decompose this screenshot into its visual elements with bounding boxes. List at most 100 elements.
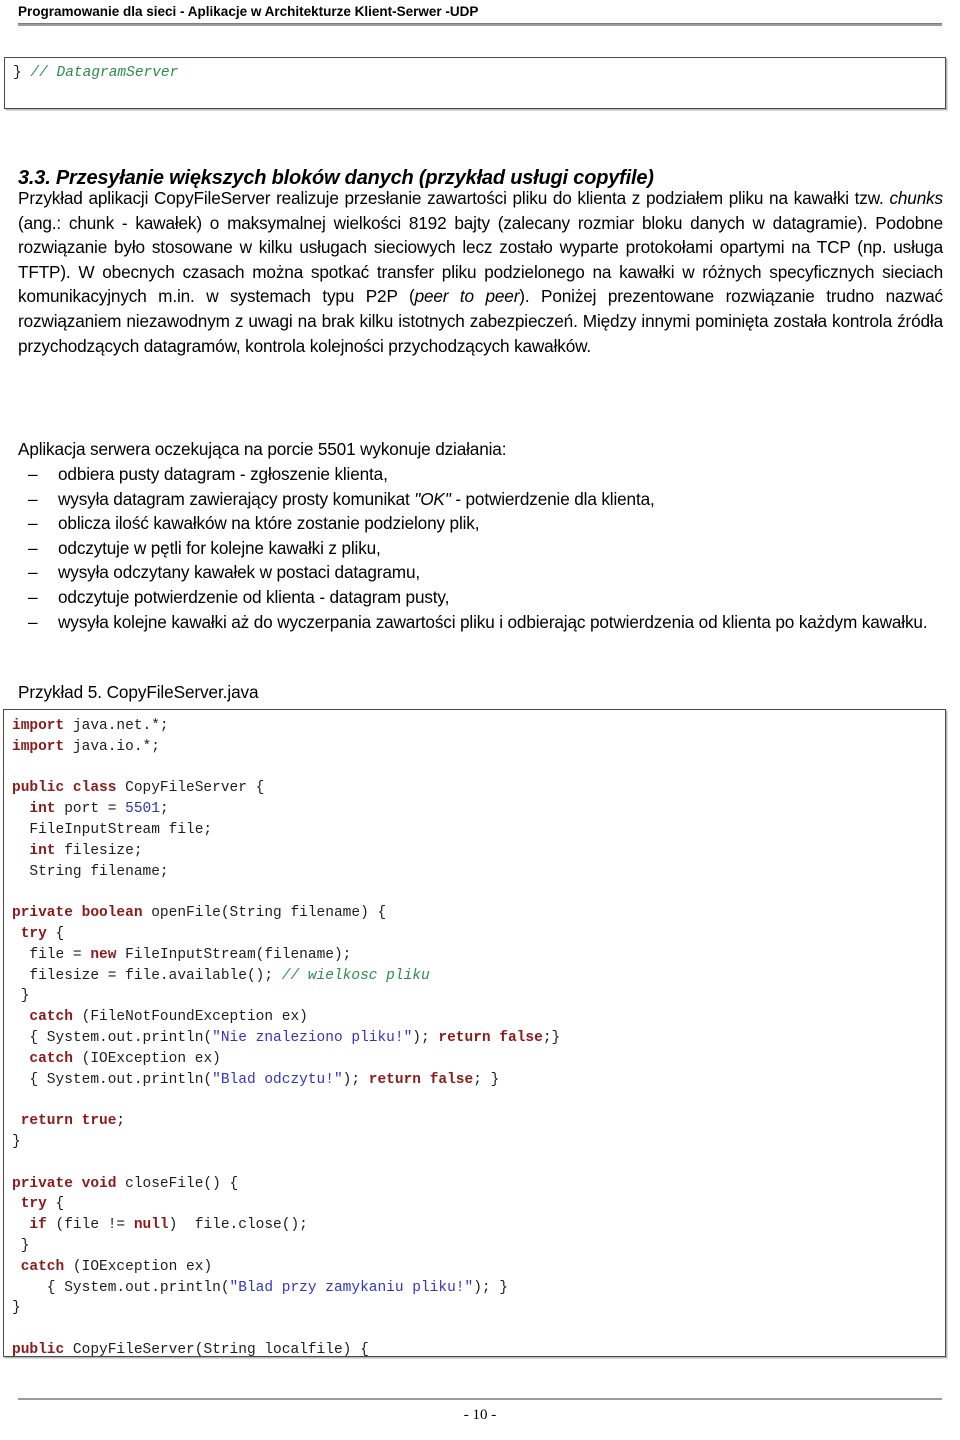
emphasis: "OK" xyxy=(414,488,451,509)
code-token: FileInputStream(filename); xyxy=(116,946,352,963)
list-item-label: wysyła odczytany kawałek w postaci datag… xyxy=(58,562,420,583)
list-item: – odczytuje w pętli for kolejne kawałki z… xyxy=(18,536,943,561)
code-token: ; } xyxy=(473,1071,500,1088)
code-token: } xyxy=(12,1133,21,1150)
code-token: { System.out.println( xyxy=(12,1071,213,1088)
code-token: int xyxy=(29,801,56,818)
code-token: private boolean xyxy=(12,905,143,922)
list-item: – wysyła kolejne kawałki aż do wyczerpani… xyxy=(18,610,943,635)
list-item: – wysyła odczytany kawałek w postaci data… xyxy=(18,560,943,585)
code-token: null xyxy=(133,1217,169,1234)
code-token: CopyFileServer(String localfile) { xyxy=(64,1341,369,1358)
code-token: catch xyxy=(29,1009,73,1026)
code-token: // wielkosc pliku xyxy=(281,967,430,984)
server-actions-list: – odbiera pusty datagram - zgłoszenie kli… xyxy=(18,462,943,634)
list-item: – oblicza ilość kawałków na które zostani… xyxy=(18,511,943,536)
code-token: } xyxy=(12,988,30,1005)
intro-paragraph: Przykład aplikacji CopyFileServer realiz… xyxy=(18,186,943,358)
code-token: CopyFileServer { xyxy=(116,780,265,797)
running-header: Programowanie dla sieci - Aplikacje w Ar… xyxy=(18,4,942,26)
footer-divider xyxy=(18,1398,942,1400)
list-bullet-marker: – xyxy=(28,562,38,583)
code-token: (IOException ex) xyxy=(72,1050,221,1067)
code-token: catch xyxy=(29,1050,73,1067)
page-number: - 10 - xyxy=(463,1407,497,1423)
code-token: { xyxy=(46,1196,65,1213)
header-divider xyxy=(18,23,942,26)
list-item-label: odczytuje potwierdzenie od klienta - dat… xyxy=(58,586,450,607)
list-bullet-marker: – xyxy=(28,488,38,509)
list-item: – odbiera pusty datagram - zgłoszenie kli… xyxy=(18,462,943,487)
code-token: catch xyxy=(20,1258,65,1275)
list-bullet-marker: – xyxy=(28,464,38,484)
list-item-label: odbiera pusty datagram - zgłoszenie klie… xyxy=(58,464,388,484)
code-token: private void xyxy=(12,1175,117,1192)
code-token: 5501 xyxy=(125,801,160,818)
code-token: public class xyxy=(12,780,117,797)
code-token: import xyxy=(12,738,65,755)
code-block-continuation: } // DatagramServer xyxy=(4,57,946,109)
code-token: closeFile() { xyxy=(116,1175,239,1192)
code-token: if xyxy=(29,1217,47,1234)
list-lead-in-paragraph: Aplikacja serwera oczekująca na porcie 5… xyxy=(18,437,943,462)
code-token: try xyxy=(20,925,47,942)
code-token: (FileNotFoundException ex) xyxy=(72,1009,308,1026)
list-item-label: wysyła datagram zawierający prosty komun… xyxy=(58,488,655,509)
list-item: – wysyła datagram zawierający prosty komu… xyxy=(18,487,943,512)
code-token: ); xyxy=(342,1071,369,1088)
example-caption: Przykład 5. CopyFileServer.java xyxy=(18,682,259,702)
code-token: ; xyxy=(159,801,169,818)
code-token: return false xyxy=(368,1071,474,1088)
code-token: return false xyxy=(438,1029,543,1046)
code-content-main: import java.net.*; import java.io.*; pub… xyxy=(4,710,945,1361)
code-token: } xyxy=(12,1237,30,1254)
code-content-top: } // DatagramServer xyxy=(5,58,945,84)
code-token: ) file.close(); xyxy=(168,1217,308,1234)
list-item-label: wysyła kolejne kawałki aż do wyczerpania… xyxy=(58,611,928,632)
code-token: ; xyxy=(116,1113,126,1130)
code-token: filesize = file.available(); xyxy=(12,967,282,984)
list-item-label: odczytuje w pętli for kolejne kawałki z … xyxy=(58,537,381,558)
code-token: (IOException ex) xyxy=(64,1258,213,1275)
code-token: // DatagramServer xyxy=(30,65,179,81)
emphasis: chunks xyxy=(889,188,943,208)
code-token: openFile(String filename) { xyxy=(142,905,387,922)
code-token: new xyxy=(90,946,117,963)
code-token: try xyxy=(20,1196,47,1213)
code-token: int xyxy=(29,842,56,859)
code-token: import xyxy=(12,718,65,734)
code-token: FileInputStream file; xyxy=(12,821,213,838)
code-token: "Blad odczytu!" xyxy=(212,1071,343,1088)
list-bullet-marker: – xyxy=(28,586,38,607)
header-title: Programowanie dla sieci - Aplikacje w Ar… xyxy=(18,4,479,19)
code-token: ;} xyxy=(542,1029,561,1046)
code-token: } xyxy=(12,1300,21,1317)
code-block-listing: import java.net.*; import java.io.*; pub… xyxy=(3,709,946,1358)
code-token: { System.out.println( xyxy=(12,1029,213,1046)
code-token: (file != xyxy=(46,1217,134,1234)
emphasis: peer to peer xyxy=(414,286,520,307)
list-bullet-marker: – xyxy=(28,513,38,534)
document-page: Programowanie dla sieci - Aplikacje w Ar… xyxy=(0,0,960,1440)
list-bullet-marker: – xyxy=(28,611,38,632)
list-item-label: oblicza ilość kawałków na które zostanie… xyxy=(58,513,480,534)
intro-paragraph-text: Przykład aplikacji CopyFileServer realiz… xyxy=(18,188,943,356)
code-token: port = xyxy=(55,801,126,818)
code-token: ); } xyxy=(473,1279,508,1296)
code-token: } xyxy=(13,65,31,81)
list-item: – odczytuje potwierdzenie od klienta - da… xyxy=(18,585,943,610)
list-bullet-marker: – xyxy=(28,537,38,558)
code-token: String filename; xyxy=(12,863,169,880)
code-token: java.io.*; xyxy=(64,738,160,755)
code-token: "Blad przy zamykaniu pliku!" xyxy=(229,1279,474,1296)
code-token: filesize; xyxy=(55,842,143,859)
